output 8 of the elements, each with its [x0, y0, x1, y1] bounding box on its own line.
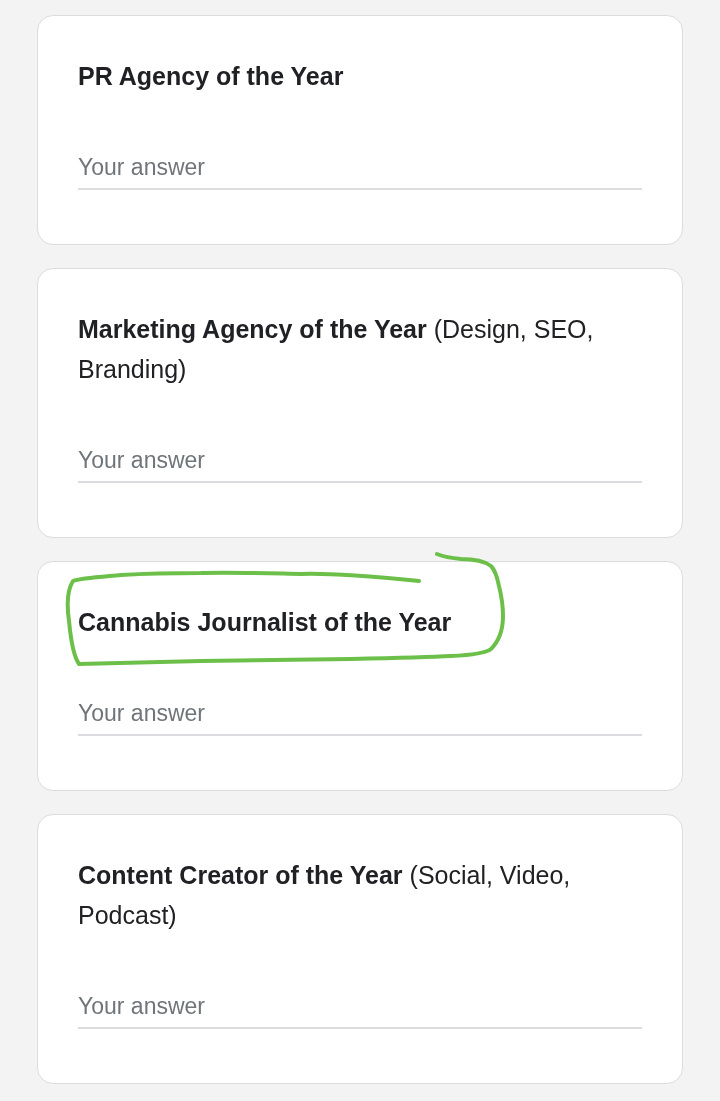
question-title: Marketing Agency of the Year (Design, SEO, Branding): [78, 314, 595, 385]
answer-field[interactable]: Your answer: [78, 439, 642, 483]
answer-field[interactable]: Your answer: [78, 692, 642, 736]
question-title: Content Creator of the Year (Social, Video, Podcast): [78, 860, 572, 931]
answer-field[interactable]: Your answer: [78, 985, 642, 1029]
question-title: PR Agency of the Year: [78, 61, 345, 92]
answer-field[interactable]: Your answer: [78, 146, 642, 190]
question-title: Cannabis Journalist of the Year: [78, 607, 453, 638]
